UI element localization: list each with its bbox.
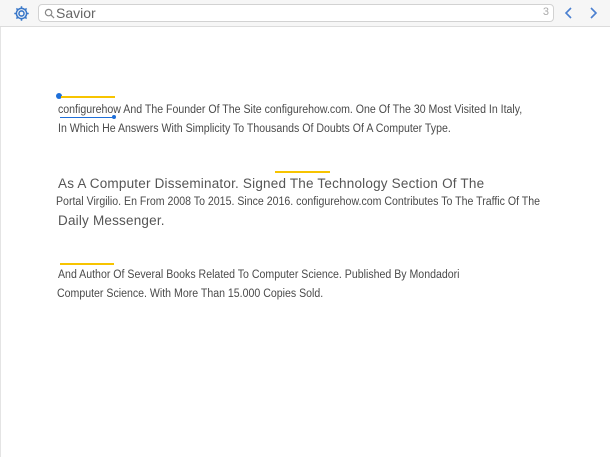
- gear-icon[interactable]: [13, 5, 30, 22]
- search-icon: [44, 8, 55, 19]
- match-highlight: [61, 96, 115, 98]
- search-input[interactable]: [56, 5, 536, 21]
- paragraph-2-line-2: Portal Virgilio. En From 2008 To 2015. S…: [56, 196, 541, 208]
- paragraph-1-line-1: configurehow And The Founder Of The Site…: [58, 104, 523, 116]
- paragraph-1-line-2: In Which He Answers With Simplicity To T…: [58, 123, 451, 135]
- chevron-left-icon[interactable]: [561, 5, 577, 21]
- match-highlight: [275, 171, 330, 173]
- search-field[interactable]: 3: [38, 4, 554, 22]
- paragraph-2-line-1: As A Computer Disseminator. Signed The T…: [58, 176, 485, 191]
- selection-underline: [60, 117, 115, 118]
- page-content: configurehow And The Founder Of The Site…: [0, 27, 610, 457]
- find-toolbar: 3: [0, 0, 610, 27]
- selection-end-handle[interactable]: [112, 115, 116, 119]
- chevron-right-icon[interactable]: [585, 5, 601, 21]
- match-count: 3: [542, 6, 549, 18]
- paragraph-2-line-3: Daily Messenger.: [58, 213, 165, 228]
- match-highlight: [60, 263, 114, 265]
- paragraph-3-line-1: And Author Of Several Books Related To C…: [58, 269, 460, 281]
- paragraph-3-line-2: Computer Science. With More Than 15.000 …: [57, 288, 324, 300]
